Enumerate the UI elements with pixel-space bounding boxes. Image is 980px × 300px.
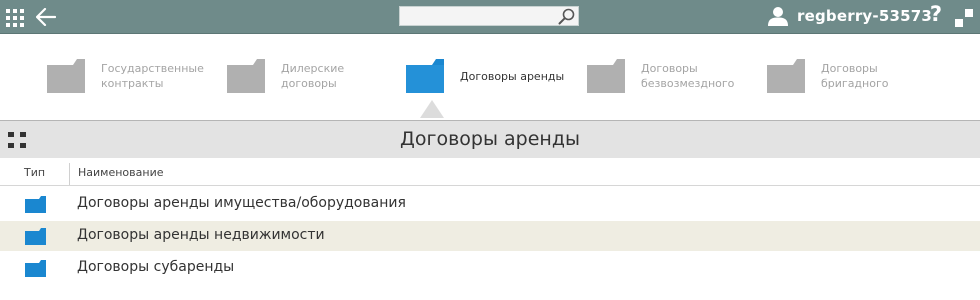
search-box <box>399 6 579 26</box>
category-dealer-contracts[interactable]: Дилерские договоры <box>227 56 344 96</box>
row-name: Договоры аренды имущества/оборудования <box>77 195 406 211</box>
expand-icon[interactable] <box>955 9 973 27</box>
table-row[interactable]: Договоры аренды имущества/оборудования <box>0 189 980 219</box>
back-arrow-icon[interactable] <box>36 8 56 26</box>
table-row[interactable]: Договоры аренды недвижимости <box>0 221 980 251</box>
folder-icon <box>47 59 85 93</box>
folder-icon <box>406 59 444 93</box>
table-row[interactable]: Договоры субаренды <box>0 253 980 283</box>
category-team-contracts[interactable]: Договоры бригадного <box>767 56 888 96</box>
top-bar: regberry-53573 ? <box>0 0 980 34</box>
folder-icon <box>25 196 46 213</box>
category-label: Договоры безвозмездного <box>641 62 735 90</box>
column-header-type[interactable]: Тип <box>24 166 45 179</box>
title-bar: Договоры аренды <box>0 120 980 158</box>
page-title: Договоры аренды <box>400 128 580 150</box>
category-label: Государственные контракты <box>101 62 204 90</box>
folder-icon <box>767 59 805 93</box>
column-divider[interactable] <box>69 163 70 185</box>
category-free-use-contracts[interactable]: Договоры безвозмездного <box>587 56 734 96</box>
category-lease-contracts[interactable]: Договоры аренды <box>406 56 564 96</box>
folder-icon <box>227 59 265 93</box>
username-label[interactable]: regberry-53573 <box>797 7 932 25</box>
active-category-pointer <box>420 100 444 118</box>
search-icon[interactable] <box>558 8 576 25</box>
folder-icon <box>25 228 46 245</box>
row-name: Договоры субаренды <box>77 259 235 275</box>
category-bar: Государственные контракты Дилерские дого… <box>0 34 980 120</box>
help-icon[interactable]: ? <box>928 2 944 26</box>
folder-icon <box>587 59 625 93</box>
category-label: Договоры бригадного <box>821 62 889 90</box>
folder-icon <box>25 260 46 277</box>
user-icon[interactable] <box>768 6 788 26</box>
category-government-contracts[interactable]: Государственные контракты <box>47 56 204 96</box>
category-label: Дилерские договоры <box>281 62 345 90</box>
column-header-name[interactable]: Наименование <box>78 166 163 179</box>
table-header: Тип Наименование <box>0 158 980 186</box>
search-input[interactable] <box>400 7 564 25</box>
apps-grid-icon[interactable] <box>6 9 24 27</box>
category-label: Договоры аренды <box>460 69 565 83</box>
row-name: Договоры аренды недвижимости <box>77 227 325 243</box>
